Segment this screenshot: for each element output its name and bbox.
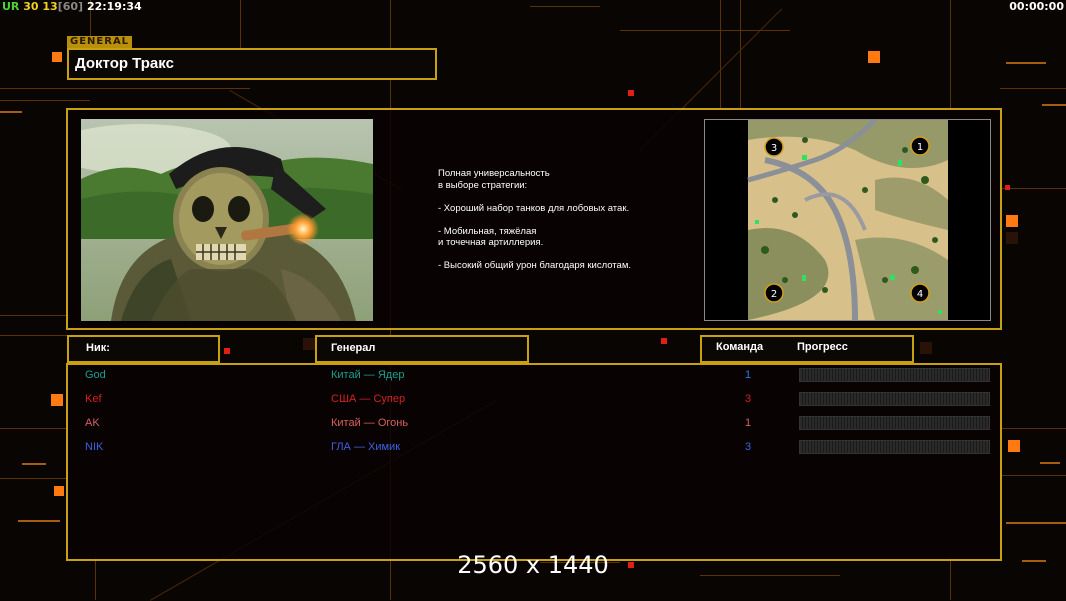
- header-team-label: Команда: [716, 341, 764, 353]
- general-portrait: [81, 119, 373, 321]
- minimap-slot-2: 2: [764, 283, 784, 303]
- general-title-box: Доктор Тракс: [67, 48, 437, 80]
- player-general: Китай — Ядер: [331, 369, 405, 381]
- hud-value-a: 30: [23, 0, 39, 13]
- svg-text:3: 3: [771, 143, 777, 154]
- player-general: ГЛА — Химик: [331, 441, 401, 453]
- hud-clock: 22:19:34: [86, 0, 142, 13]
- header-progress-label: Прогресс: [797, 341, 848, 353]
- minimap[interactable]: 3 1 2 4: [704, 118, 991, 321]
- players-panel: God Китай — Ядер 1 Kef США — Супер 3 AK Китай —…: [66, 363, 1002, 561]
- header-nick-label: Ник:: [86, 342, 110, 354]
- player-progress-bar: [799, 368, 990, 382]
- hud-timer: 00:00:00: [1009, 0, 1064, 13]
- general-name: Доктор Тракс: [75, 55, 174, 72]
- player-nick: God: [85, 369, 106, 381]
- player-row: Kef США — Супер 3: [68, 391, 1000, 409]
- player-nick: NIK: [85, 441, 104, 453]
- player-team: 3: [745, 393, 752, 405]
- resolution-label: 2560 x 1440: [457, 551, 609, 579]
- player-row: AK Китай — Огонь 1: [68, 415, 1000, 433]
- player-nick: Kef: [85, 393, 102, 405]
- hud-value-c: [60]: [57, 0, 84, 13]
- general-tag: GENERAL: [67, 36, 133, 48]
- player-general: США — Супер: [331, 393, 406, 405]
- player-row: NIK ГЛА — Химик 3: [68, 439, 1000, 457]
- minimap-slot-3: 3: [764, 137, 784, 157]
- minimap-slot-1: 1: [910, 136, 930, 156]
- player-progress-bar: [799, 440, 990, 454]
- player-team: 1: [745, 369, 752, 381]
- player-row: God Китай — Ядер 1: [68, 367, 1000, 385]
- header-nick: Ник:: [67, 335, 220, 363]
- svg-text:4: 4: [917, 289, 923, 300]
- header-team-progress: Команда Прогресс: [700, 335, 914, 363]
- svg-text:2: 2: [771, 289, 777, 300]
- hud-value-b: 13: [42, 0, 58, 13]
- player-progress-bar: [799, 416, 990, 430]
- header-general-label: Генерал: [331, 342, 376, 354]
- minimap-slot-4: 4: [910, 283, 930, 303]
- svg-text:1: 1: [917, 142, 923, 153]
- hud-stats: UR 30 13[60] 22:19:34: [2, 0, 142, 13]
- player-team: 3: [745, 441, 752, 453]
- header-general: Генерал: [315, 335, 529, 363]
- general-description: Полная универсальность в выборе стратеги…: [438, 168, 632, 271]
- player-progress-bar: [799, 392, 990, 406]
- general-info-panel: Полная универсальность в выборе стратеги…: [66, 108, 1002, 330]
- player-general: Китай — Огонь: [331, 417, 409, 429]
- hud-ur-label: UR: [2, 0, 20, 13]
- player-team: 1: [745, 417, 752, 429]
- player-nick: AK: [85, 417, 100, 429]
